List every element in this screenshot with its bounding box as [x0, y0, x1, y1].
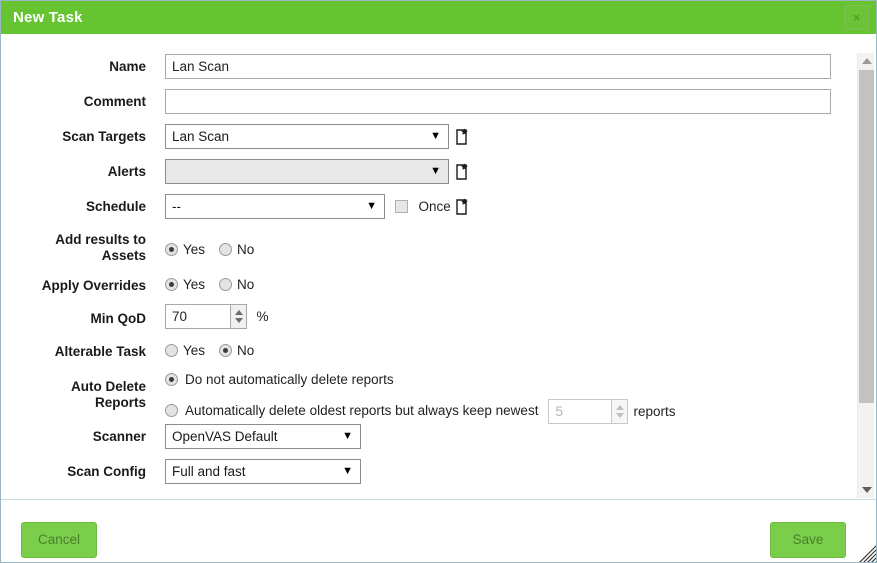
new-item-icon[interactable] [456, 162, 472, 180]
auto-delete-keep-option: Do not automatically delete reports [165, 371, 675, 389]
dialog-titlebar: New Task × [1, 1, 876, 35]
chevron-down-icon: ▼ [430, 130, 441, 142]
min-qod-stepper[interactable] [165, 304, 247, 329]
close-icon[interactable]: × [844, 5, 869, 30]
scanner-value: OpenVAS Default [172, 429, 278, 444]
alterable-task-yes-label: Yes [183, 343, 206, 358]
apply-overrides-no-label: No [237, 277, 255, 292]
add-results-to-assets-no-radio[interactable] [219, 243, 233, 256]
dialog-title: New Task [13, 9, 83, 26]
comment-input[interactable] [165, 89, 831, 114]
auto-delete-oldest-option: Automatically delete oldest reports but … [165, 399, 675, 424]
add-results-to-assets-radiogroup: Yes No [165, 242, 268, 257]
add-results-to-assets-label: Add results to Assets [1, 232, 146, 264]
new-item-icon[interactable] [456, 197, 472, 215]
alterable-task-yes-radio[interactable] [165, 344, 178, 357]
alterable-task-label: Alterable Task [54, 344, 146, 359]
add-results-to-assets-label-line2: Assets [101, 248, 146, 263]
auto-delete-keep-count-input[interactable] [548, 399, 612, 424]
auto-delete-oldest-radio[interactable] [165, 404, 178, 418]
cancel-button[interactable]: Cancel [21, 522, 97, 558]
chevron-down-icon: ▼ [430, 165, 441, 177]
comment-label: Comment [83, 94, 146, 109]
alerts-label: Alerts [107, 164, 146, 179]
auto-delete-reports-label-line1: Auto Delete [70, 379, 146, 394]
scan-targets-select[interactable]: Lan Scan ▼ [165, 124, 449, 149]
new-item-icon[interactable] [456, 127, 472, 145]
schedule-value: -- [172, 199, 181, 214]
schedule-once-checkbox[interactable] [395, 200, 408, 213]
schedule-once-label: Once [418, 199, 451, 214]
schedule-label: Schedule [85, 199, 146, 214]
auto-delete-keep-label: Do not automatically delete reports [185, 372, 394, 387]
auto-delete-keep-count-buttons[interactable] [611, 399, 629, 424]
alerts-select[interactable]: ▼ [165, 159, 449, 184]
auto-delete-oldest-label: Automatically delete oldest reports but … [185, 403, 539, 419]
auto-delete-keep-radio[interactable] [165, 373, 178, 386]
min-qod-stepper-buttons[interactable] [230, 304, 247, 329]
min-qod-input[interactable] [165, 304, 230, 329]
dialog-body: Name Comment Scan Targets Lan Scan ▼ [1, 36, 876, 499]
scanner-label: Scanner [92, 429, 146, 444]
auto-delete-reports-label: Auto Delete Reports [1, 379, 146, 411]
apply-overrides-yes-label: Yes [183, 277, 206, 292]
chevron-down-icon: ▼ [342, 430, 353, 442]
add-results-to-assets-no-label: No [237, 242, 255, 257]
scrollbar-up-arrow-icon[interactable] [858, 53, 875, 69]
scrollbar-thumb[interactable] [859, 70, 874, 403]
task-form: Name Comment Scan Targets Lan Scan ▼ [1, 36, 846, 499]
scan-config-label: Scan Config [67, 464, 146, 479]
auto-delete-reports-label-line2: Reports [94, 395, 146, 410]
schedule-select[interactable]: -- ▼ [165, 194, 385, 219]
name-label: Name [109, 59, 146, 74]
apply-overrides-label: Apply Overrides [41, 278, 146, 293]
scanner-select[interactable]: OpenVAS Default ▼ [165, 424, 361, 449]
scan-config-select[interactable]: Full and fast ▼ [165, 459, 361, 484]
auto-delete-keep-count-suffix: reports [633, 403, 676, 419]
apply-overrides-radiogroup: Yes No [165, 277, 268, 292]
apply-overrides-yes-radio[interactable] [165, 278, 178, 291]
resize-grip-icon[interactable] [855, 541, 877, 563]
scan-targets-label: Scan Targets [62, 129, 146, 144]
chevron-down-icon: ▼ [342, 465, 353, 477]
scan-targets-value: Lan Scan [172, 129, 230, 144]
chevron-down-icon: ▼ [366, 200, 377, 212]
name-input[interactable] [165, 54, 831, 79]
alterable-task-radiogroup: Yes No [165, 343, 268, 358]
auto-delete-keep-count-stepper[interactable] [548, 399, 629, 424]
add-results-to-assets-yes-label: Yes [183, 242, 206, 257]
alterable-task-no-label: No [237, 343, 255, 358]
apply-overrides-no-radio[interactable] [219, 278, 233, 291]
scrollbar-down-arrow-icon[interactable] [858, 482, 875, 498]
min-qod-suffix: % [256, 309, 269, 324]
add-results-to-assets-yes-radio[interactable] [165, 243, 178, 256]
add-results-to-assets-label-line1: Add results to [55, 232, 146, 247]
form-scrollbar[interactable] [857, 53, 874, 498]
save-button[interactable]: Save [770, 522, 846, 558]
new-task-dialog: New Task × Name Comment Scan Targets [0, 0, 877, 563]
scan-config-value: Full and fast [172, 464, 246, 479]
alterable-task-no-radio[interactable] [219, 344, 233, 357]
min-qod-label: Min QoD [90, 311, 147, 326]
dialog-footer: Cancel Save [1, 499, 877, 563]
